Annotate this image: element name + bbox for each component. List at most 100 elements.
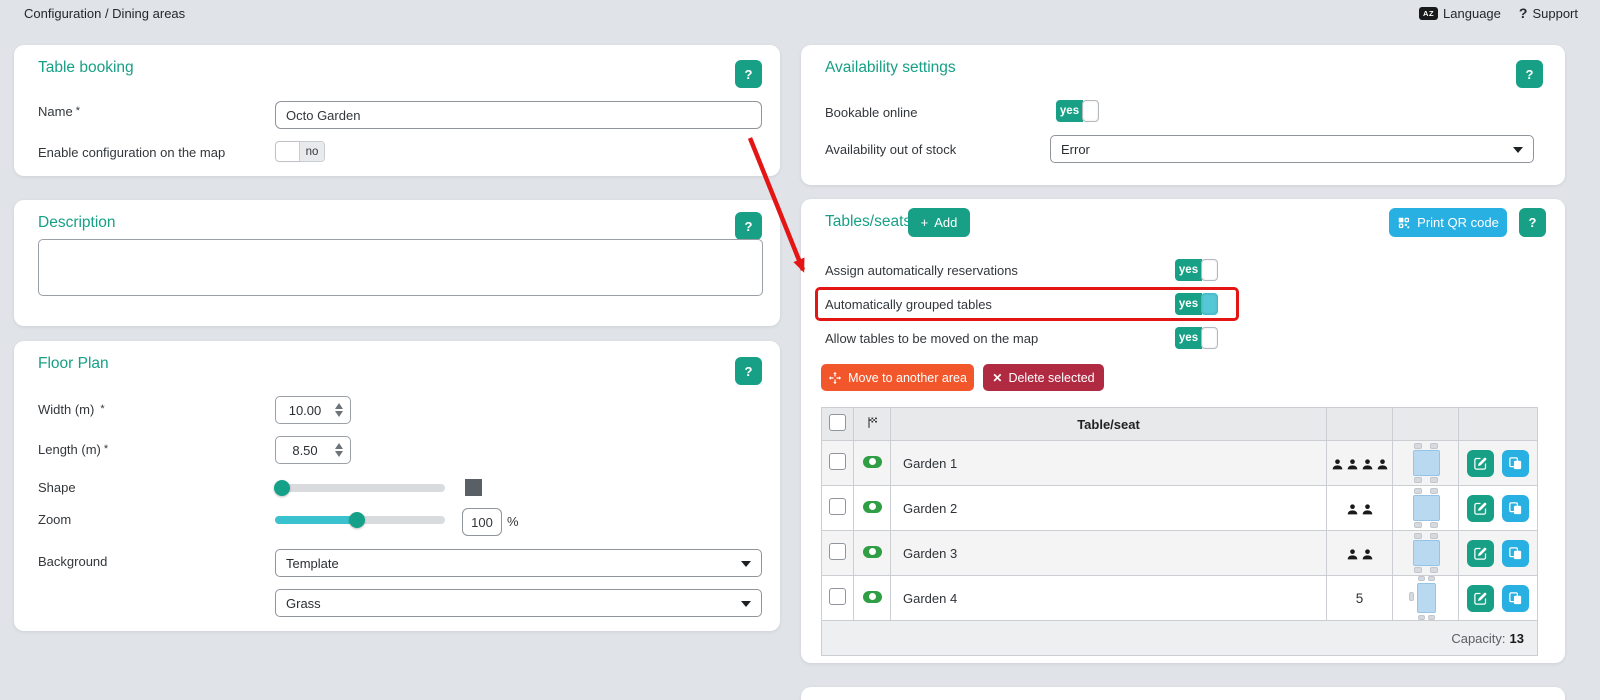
spinner-up-icon[interactable]: [335, 443, 343, 449]
capacity-cell: 5: [1326, 575, 1393, 621]
capacity-total-label: Capacity:: [1451, 630, 1506, 646]
add-label: Add: [934, 215, 958, 230]
table-seats-icon: [1406, 486, 1446, 530]
zoom-percent-input[interactable]: [462, 508, 502, 536]
edit-button[interactable]: [1467, 584, 1494, 612]
zoom-slider-thumb[interactable]: [349, 512, 365, 528]
copy-icon: [1509, 591, 1522, 604]
print-qr-code-button[interactable]: Print QR code: [1389, 208, 1507, 237]
question-mark-icon: ?: [1528, 215, 1537, 230]
status-on-icon: [862, 455, 882, 468]
question-mark-icon: ?: [1525, 66, 1534, 82]
table-footer-row: Capacity: 13: [821, 620, 1538, 656]
language-menu[interactable]: AZ Language: [1419, 6, 1501, 21]
table-layout-cell: [1392, 485, 1459, 531]
dropdown-caret-icon: [1513, 147, 1523, 153]
copy-button[interactable]: [1502, 494, 1529, 522]
width-value: 10.00: [288, 403, 322, 418]
move-to-another-area-button[interactable]: Move to another area: [821, 364, 974, 391]
table-row: Garden 1: [821, 440, 1538, 486]
selected-value: Error: [1061, 141, 1090, 157]
spinner-down-icon[interactable]: [335, 451, 343, 457]
shape-slider[interactable]: [274, 480, 445, 496]
edit-button[interactable]: [1467, 449, 1494, 477]
print-qr-label: Print QR code: [1417, 215, 1499, 230]
background-variant-select[interactable]: Grass: [275, 589, 762, 617]
enable-map-toggle[interactable]: no: [275, 141, 325, 162]
edit-icon: [1474, 547, 1487, 560]
shape-color-swatch[interactable]: [465, 479, 482, 496]
row-checkbox[interactable]: [829, 498, 846, 515]
length-stepper[interactable]: 8.50: [275, 436, 351, 464]
question-mark-icon: ?: [744, 363, 753, 379]
help-button[interactable]: ?: [735, 60, 762, 88]
top-bar: Configuration / Dining areas AZ Language…: [0, 0, 1600, 27]
bookable-online-toggle[interactable]: yes: [1056, 100, 1099, 122]
assign-auto-reservations-toggle[interactable]: yes: [1175, 259, 1218, 281]
capacity-cell: [1326, 440, 1393, 486]
edit-button[interactable]: [1467, 494, 1494, 522]
person-icon: [1332, 458, 1342, 469]
description-textarea[interactable]: [38, 239, 763, 296]
availability-out-of-stock-select[interactable]: Error: [1050, 135, 1534, 163]
toggle-state-label: yes: [1175, 327, 1202, 349]
shape-slider-thumb[interactable]: [274, 480, 290, 496]
copy-button[interactable]: [1502, 449, 1529, 477]
row-checkbox[interactable]: [829, 453, 846, 470]
name-input[interactable]: [275, 101, 762, 129]
spinner-down-icon[interactable]: [335, 411, 343, 417]
add-table-button[interactable]: + Add: [908, 208, 970, 237]
help-button[interactable]: ?: [1519, 208, 1546, 237]
row-checkbox[interactable]: [829, 588, 846, 605]
support-menu[interactable]: ? Support: [1519, 5, 1578, 21]
move-arrows-icon: [828, 371, 842, 384]
translate-icon: AZ: [1419, 6, 1439, 20]
card-title-tables-seats: Tables/seats: [825, 213, 912, 230]
person-icon: [1362, 503, 1372, 514]
toggle-knob: [1082, 100, 1099, 122]
toggle-state-label: yes: [1175, 259, 1202, 281]
background-template-select[interactable]: Template: [275, 549, 762, 577]
dropdown-caret-icon: [741, 561, 751, 567]
availability-settings-card: Availability settings ? Bookable online …: [801, 45, 1565, 185]
table-name: Garden 2: [890, 485, 1327, 531]
status-on-icon: [862, 500, 882, 513]
capacity-cell: [1326, 530, 1393, 576]
spinner-up-icon[interactable]: [335, 403, 343, 409]
copy-button[interactable]: [1502, 539, 1529, 567]
status-on-icon: [862, 545, 882, 558]
tables-seats-card: Tables/seats + Add Print QR code ? Assig…: [801, 199, 1565, 663]
delete-selected-button[interactable]: ✕ Delete selected: [983, 364, 1104, 391]
width-stepper[interactable]: 10.00: [275, 396, 351, 424]
person-icon: [1347, 548, 1357, 559]
help-button[interactable]: ?: [1516, 60, 1543, 88]
table-seat-header: Table/seat: [890, 407, 1327, 441]
layout-column-header: [1392, 407, 1459, 441]
edit-button[interactable]: [1467, 539, 1494, 567]
table-layout-cell: [1392, 575, 1459, 621]
help-button[interactable]: ?: [735, 212, 762, 240]
toggle-knob: [1201, 293, 1218, 315]
card-title-floor-plan: Floor Plan: [38, 355, 109, 372]
description-card: Description ?: [14, 200, 780, 326]
x-icon: ✕: [992, 370, 1003, 385]
select-all-checkbox[interactable]: [829, 414, 846, 431]
delete-button-label: Delete selected: [1008, 370, 1095, 385]
auto-grouped-tables-toggle[interactable]: yes: [1175, 293, 1218, 315]
plus-icon: +: [920, 215, 929, 230]
row-checkbox[interactable]: [829, 543, 846, 560]
toggle-state-label: yes: [1175, 293, 1202, 315]
person-icon: [1347, 458, 1357, 469]
qr-code-icon: [1398, 217, 1410, 228]
edit-icon: [1474, 592, 1487, 605]
allow-tables-moved-toggle[interactable]: yes: [1175, 327, 1218, 349]
next-card-partial: [801, 687, 1565, 700]
zoom-slider[interactable]: [275, 512, 445, 528]
row-actions-cell: [1458, 575, 1538, 621]
help-button[interactable]: ?: [735, 357, 762, 385]
copy-button[interactable]: [1502, 584, 1529, 612]
tables-seats-table: Table/seat Garden 1 Garden 2 Garden 3 Ga…: [821, 407, 1538, 656]
toggle-knob: [276, 142, 300, 161]
floor-plan-card: Floor Plan ? Width (m) * 10.00 Length (m)…: [14, 341, 780, 631]
dropdown-caret-icon: [741, 601, 751, 607]
